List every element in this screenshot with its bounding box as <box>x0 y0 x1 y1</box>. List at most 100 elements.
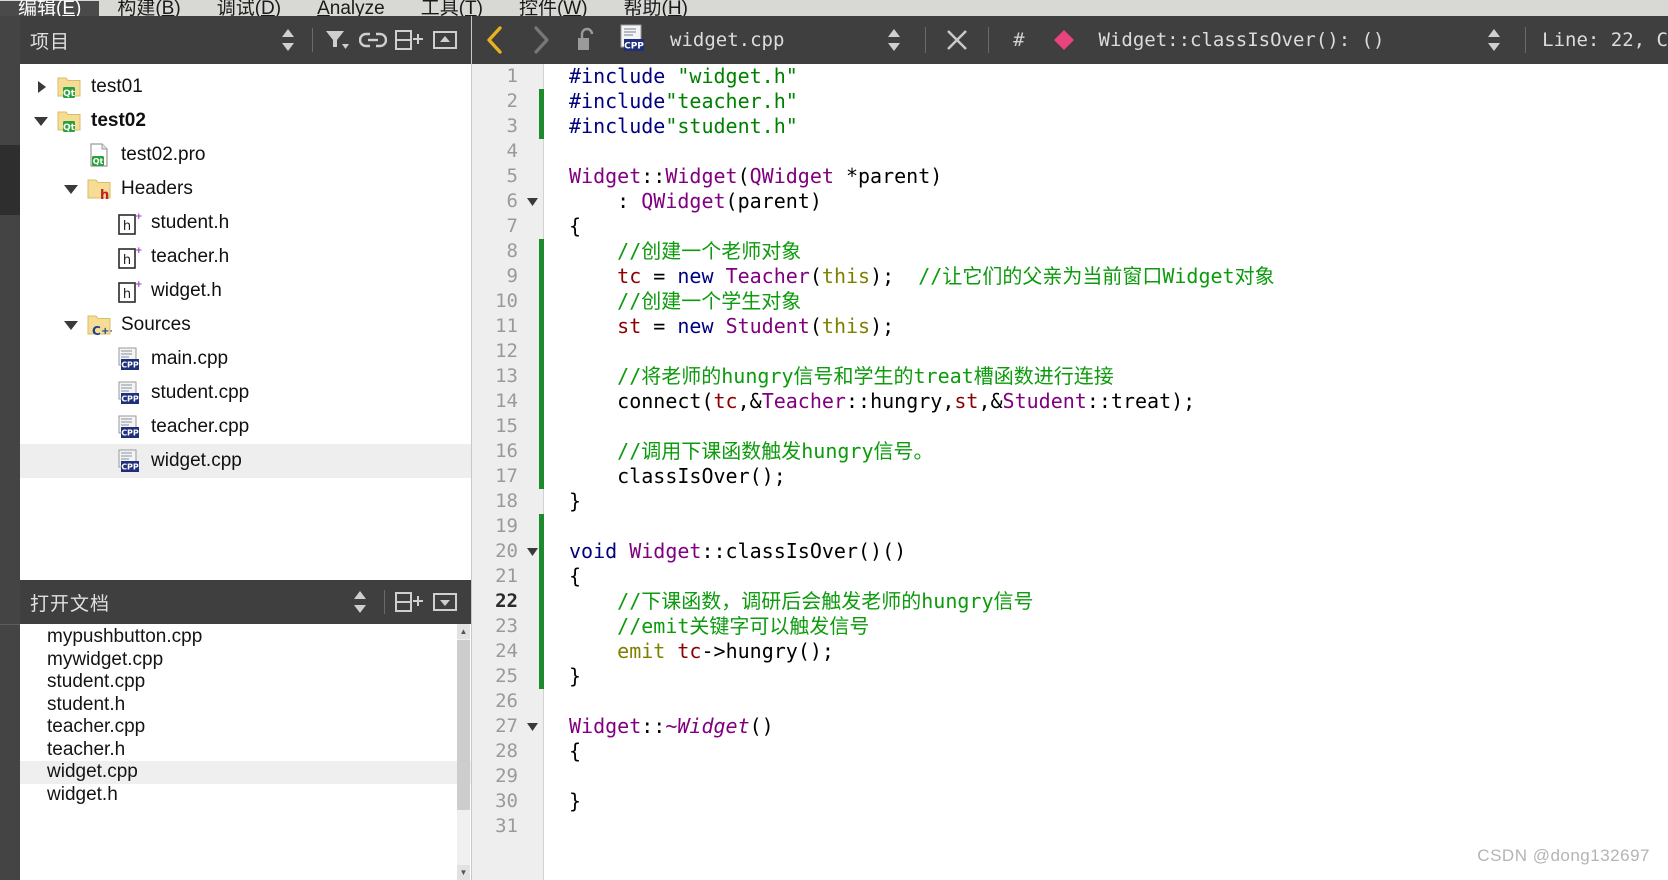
menu-item-4[interactable]: 工具(T) <box>403 0 501 16</box>
menu-item-1[interactable]: 构建(B) <box>99 0 198 16</box>
code-line[interactable]: 7{ <box>507 214 1668 239</box>
fold-marker-icon[interactable] <box>524 714 540 739</box>
sort-updown-icon[interactable] <box>1471 18 1517 62</box>
code-line[interactable]: 28 { <box>495 739 1668 764</box>
open-documents-list[interactable]: mypushbutton.cpp mywidget.cpp student.cpp s… <box>20 624 471 806</box>
menu-item-2[interactable]: 调试(D) <box>199 0 299 16</box>
scrollbar-thumb[interactable] <box>457 640 470 810</box>
current-file-label[interactable]: widget.cpp <box>670 29 784 51</box>
tree-item-widget-h[interactable]: h ++ widget.h <box>20 274 471 308</box>
tree-item-sources[interactable]: C++ Sources <box>20 308 471 342</box>
menu-item-0[interactable]: 编辑(E) <box>0 0 100 16</box>
chevron-left-icon[interactable] <box>472 18 518 62</box>
code-line[interactable]: 11 st = new Student(this); <box>495 314 1668 339</box>
tree-item-student-cpp[interactable]: CPP student.cpp <box>20 376 471 410</box>
code-line[interactable]: 23 //emit关键字可以触发信号 <box>495 614 1668 639</box>
code-line[interactable]: 9 tc = new Teacher(this); //让它们的父亲为当前窗口W… <box>507 264 1668 289</box>
chevron-down-icon[interactable] <box>26 114 56 128</box>
tree-item-test02-pro[interactable]: Qt test02.pro <box>20 138 471 172</box>
change-indicator-bar <box>539 289 544 314</box>
sort-updown-icon[interactable] <box>871 18 917 62</box>
open-document-item[interactable]: mywidget.cpp <box>20 649 471 672</box>
tree-item-widget-cpp[interactable]: CPP widget.cpp <box>20 444 471 478</box>
code-editor[interactable]: 1 #include "widget.h" 2 #include"teacher.h"… <box>472 64 1668 880</box>
link-icon[interactable] <box>355 22 391 58</box>
qt-creator-window: 编辑(E) 构建(B) 调试(D) Analyze 工具(T) 控件(W) 帮助(H) 项目 <box>0 0 1668 880</box>
code-line[interactable]: 24 emit tc->hungry(); <box>495 639 1668 664</box>
tree-item-teacher-cpp[interactable]: CPP teacher.cpp <box>20 410 471 444</box>
close-icon[interactable] <box>934 18 980 62</box>
unlocked-icon[interactable] <box>564 18 610 62</box>
open-document-item[interactable]: teacher.cpp <box>20 716 471 739</box>
chevron-right-icon[interactable] <box>518 18 564 62</box>
code-area[interactable]: 1 #include "widget.h" 2 #include"teacher.h"… <box>495 64 1668 880</box>
open-document-item[interactable]: student.cpp <box>20 671 471 694</box>
code-line[interactable]: 3 #include"student.h" <box>507 114 1668 139</box>
code-line[interactable]: 8 //创建一个老师对象 <box>507 239 1668 264</box>
open-document-item[interactable]: student.h <box>20 694 471 717</box>
open-document-item[interactable]: widget.h <box>20 784 471 807</box>
mode-bar-divider <box>0 624 20 625</box>
code-line[interactable]: 17 classIsOver(); <box>495 464 1668 489</box>
code-line[interactable]: 16 //调用下课函数触发hungry信号。 <box>495 439 1668 464</box>
code-line[interactable]: 6 : QWidget(parent) <box>507 189 1668 214</box>
code-line[interactable]: 5 Widget::Widget(QWidget *parent) <box>507 164 1668 189</box>
code-line[interactable]: 15 <box>495 414 1668 439</box>
fold-marker-icon[interactable] <box>524 539 540 564</box>
open-document-item[interactable]: mypushbutton.cpp <box>20 626 471 649</box>
code-line[interactable]: 27 Widget::~Widget() <box>495 714 1668 739</box>
code-line[interactable]: 1 #include "widget.h" <box>507 64 1668 89</box>
code-line[interactable]: 13 //将老师的hungry信号和学生的treat槽函数进行连接 <box>495 364 1668 389</box>
symbol-selector-label[interactable]: Widget::classIsOver(): () <box>1099 29 1385 51</box>
code-line[interactable]: 10 //创建一个学生对象 <box>495 289 1668 314</box>
menu-item-3[interactable]: Analyze <box>299 0 403 16</box>
code-line[interactable]: 14 connect(tc,&Teacher::hungry,st,&Stude… <box>495 389 1668 414</box>
menu-item-6[interactable]: 帮助(H) <box>606 0 706 16</box>
code-line[interactable]: 22 //下课函数，调研后会触发老师的hungry信号 <box>495 589 1668 614</box>
chevron-down-icon[interactable] <box>56 182 86 196</box>
mode-selector-active-item[interactable] <box>0 145 20 215</box>
split-add-icon[interactable] <box>391 22 427 58</box>
code-line[interactable]: 12 <box>495 339 1668 364</box>
code-line[interactable]: 31 <box>495 814 1668 839</box>
tree-item-test02[interactable]: Qt test02 <box>20 104 471 138</box>
open-document-item[interactable]: teacher.h <box>20 739 471 762</box>
open-documents-scrollbar[interactable]: ▲ ▼ <box>457 624 470 880</box>
chevron-down-icon[interactable] <box>56 318 86 332</box>
minimize-icon[interactable] <box>427 22 463 58</box>
toolbar-divider <box>1525 27 1527 53</box>
scroll-up-arrow[interactable]: ▲ <box>457 624 470 639</box>
hash-label[interactable]: # <box>997 29 1040 51</box>
code-line[interactable]: 20 void Widget::classIsOver()() <box>495 539 1668 564</box>
code-line[interactable]: 19 <box>495 514 1668 539</box>
tree-item-headers[interactable]: h Headers <box>20 172 471 206</box>
cpp-file-icon: CPP <box>116 380 142 406</box>
filter-icon[interactable] <box>319 22 355 58</box>
code-line[interactable]: 2 #include"teacher.h" <box>507 89 1668 114</box>
fold-marker-icon[interactable] <box>524 189 540 214</box>
code-line[interactable]: 21 { <box>495 564 1668 589</box>
open-document-item[interactable]: widget.cpp <box>20 761 471 784</box>
code-line[interactable]: 29 <box>495 764 1668 789</box>
chevron-right-icon[interactable] <box>26 80 56 94</box>
line-number: 14 <box>495 390 518 412</box>
code-line[interactable]: 4 <box>507 139 1668 164</box>
code-line[interactable]: 25} <box>495 664 1668 689</box>
tree-item-test01[interactable]: Qt test01 <box>20 70 471 104</box>
sort-updown-icon[interactable] <box>342 584 378 620</box>
project-tree[interactable]: Qt test01 Qt test02 Qt test02.pro h Headers h ++ s… <box>20 64 471 478</box>
split-add-icon[interactable] <box>391 584 427 620</box>
mode-selector-bar[interactable] <box>0 16 20 880</box>
code-line[interactable]: 18} <box>495 489 1668 514</box>
tree-item-student-h[interactable]: h ++ student.h <box>20 206 471 240</box>
minimize-icon[interactable] <box>427 584 463 620</box>
scroll-down-arrow[interactable]: ▼ <box>457 865 470 880</box>
tree-item-teacher-h[interactable]: h ++ teacher.h <box>20 240 471 274</box>
code-line[interactable]: 30} <box>495 789 1668 814</box>
sort-updown-icon[interactable] <box>270 22 306 58</box>
code-line[interactable]: 26 <box>495 689 1668 714</box>
code-text: connect(tc,&Teacher::hungry,st,&Student:… <box>569 389 1196 413</box>
line-number: 19 <box>495 515 518 537</box>
tree-item-main-cpp[interactable]: CPP main.cpp <box>20 342 471 376</box>
menu-item-5[interactable]: 控件(W) <box>501 0 606 16</box>
